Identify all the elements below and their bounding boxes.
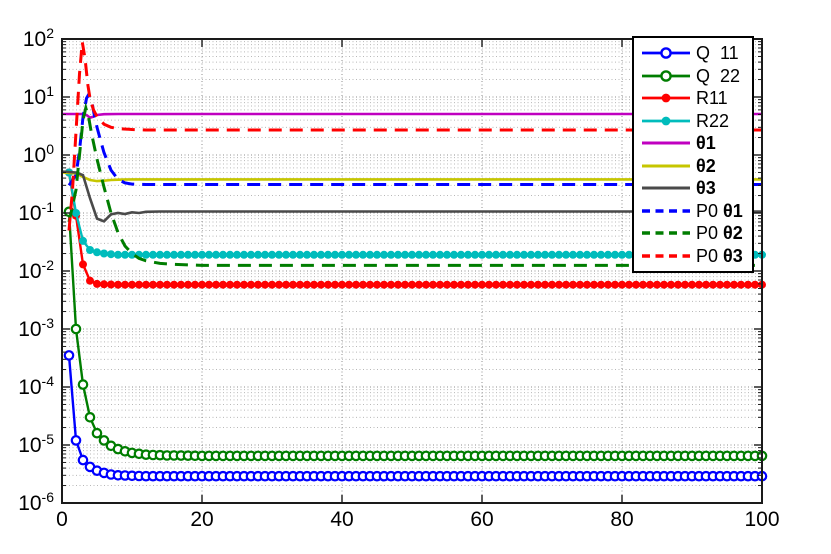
legend-line-sample xyxy=(642,93,690,103)
legend-item-theta1: θ1 xyxy=(640,132,752,154)
legend-label-bold: θ2 xyxy=(696,155,716,176)
legend-label: P0 xyxy=(696,245,724,266)
legend-item-theta3: θ3 xyxy=(640,177,752,199)
legend: Q 11 Q 22 R11 R22 θ1 θ2 θ3 P0 θ1 P0 θ2 P… xyxy=(632,36,754,273)
y-tick-label: 10-3 xyxy=(18,315,54,341)
figure: 102 101 100 10-1 10-2 10-3 10-4 10-5 10-6 0 20 40 6… xyxy=(0,0,831,554)
y-tick-label: 10-1 xyxy=(18,199,54,225)
legend-label-bold: θ2 xyxy=(723,223,743,244)
legend-label: Q 22 xyxy=(696,65,741,86)
legend-item-p0-theta1: P0 θ1 xyxy=(640,200,752,222)
legend-line-sample xyxy=(642,69,690,82)
legend-label: P0 xyxy=(696,200,724,221)
legend-line-sample xyxy=(642,186,690,190)
y-tick-label: 10-2 xyxy=(18,257,54,283)
legend-line-sample xyxy=(642,209,690,213)
legend-label-bold: θ1 xyxy=(696,133,716,154)
y-tick-label: 10-5 xyxy=(18,431,54,457)
x-tick-label: 40 xyxy=(330,508,354,531)
y-tick-label: 10-6 xyxy=(18,489,54,515)
legend-item-r22: R22 xyxy=(640,110,752,132)
legend-label-bold: θ1 xyxy=(723,200,743,221)
legend-item-theta2: θ2 xyxy=(640,155,752,177)
x-tick-label: 0 xyxy=(56,508,68,531)
x-tick-label: 60 xyxy=(470,508,494,531)
y-tick-label: 102 xyxy=(22,25,54,51)
y-tick-label: 100 xyxy=(22,141,54,167)
legend-item-r11: R11 xyxy=(640,87,752,109)
x-tick-label: 20 xyxy=(190,508,214,531)
series-Q11 xyxy=(63,350,768,482)
legend-label: Q 11 xyxy=(696,43,739,64)
legend-label: R11 xyxy=(696,88,728,109)
legend-line-sample xyxy=(642,141,690,145)
x-tick-label: 100 xyxy=(744,508,780,531)
legend-item-q11: Q 11 xyxy=(640,42,752,64)
x-tick-label: 80 xyxy=(610,508,634,531)
legend-label-bold: θ3 xyxy=(696,178,716,199)
legend-line-sample xyxy=(642,254,690,258)
legend-label-bold: θ3 xyxy=(723,245,743,266)
y-tick-label: 101 xyxy=(22,83,54,109)
legend-item-p0-theta3: P0 θ3 xyxy=(640,245,752,267)
legend-line-sample xyxy=(642,231,690,235)
legend-line-sample xyxy=(642,164,690,168)
y-tick-label: 10-4 xyxy=(18,373,54,399)
legend-line-sample xyxy=(642,116,690,126)
legend-item-p0-theta2: P0 θ2 xyxy=(640,222,752,244)
legend-line-sample xyxy=(642,47,690,60)
legend-label: P0 xyxy=(696,223,724,244)
legend-item-q22: Q 22 xyxy=(640,65,752,87)
legend-label: R22 xyxy=(696,110,730,131)
